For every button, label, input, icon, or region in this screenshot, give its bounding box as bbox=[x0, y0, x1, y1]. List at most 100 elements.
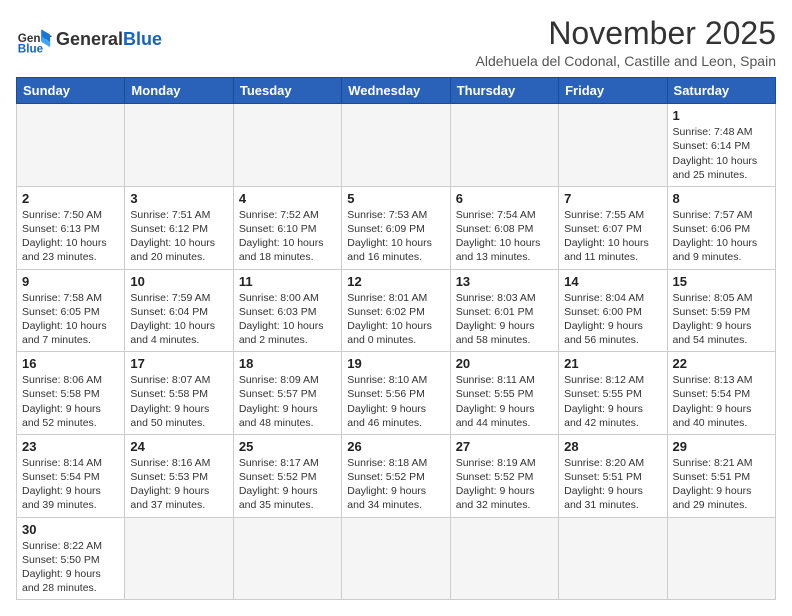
day-info: Sunrise: 7:54 AM Sunset: 6:08 PM Dayligh… bbox=[456, 208, 553, 265]
day-info: Sunrise: 8:22 AM Sunset: 5:50 PM Dayligh… bbox=[22, 539, 119, 596]
svg-text:Blue: Blue bbox=[18, 43, 44, 56]
day-number: 22 bbox=[673, 356, 770, 371]
calendar-day-cell: 8 Sunrise: 7:57 AM Sunset: 6:06 PM Daylig… bbox=[667, 186, 775, 269]
day-number: 24 bbox=[130, 439, 227, 454]
calendar-day-cell bbox=[450, 104, 558, 187]
day-number: 5 bbox=[347, 191, 444, 206]
day-info: Sunrise: 8:16 AM Sunset: 5:53 PM Dayligh… bbox=[130, 456, 227, 513]
day-number: 25 bbox=[239, 439, 336, 454]
calendar-day-cell: 26 Sunrise: 8:18 AM Sunset: 5:52 PM Dayli… bbox=[342, 434, 450, 517]
weekday-header-sunday: Sunday bbox=[17, 78, 125, 104]
day-number: 4 bbox=[239, 191, 336, 206]
day-info: Sunrise: 8:05 AM Sunset: 5:59 PM Dayligh… bbox=[673, 291, 770, 348]
day-number: 30 bbox=[22, 522, 119, 537]
day-number: 6 bbox=[456, 191, 553, 206]
calendar-day-cell: 23Sunrise: 8:14 AM Sunset: 5:54 PM Dayli… bbox=[17, 434, 125, 517]
calendar-day-cell bbox=[233, 104, 341, 187]
weekday-header-saturday: Saturday bbox=[667, 78, 775, 104]
day-number: 3 bbox=[130, 191, 227, 206]
calendar-day-cell: 17 Sunrise: 8:07 AM Sunset: 5:58 PM Dayli… bbox=[125, 352, 233, 435]
calendar-day-cell: 3Sunrise: 7:51 AM Sunset: 6:12 PM Daylig… bbox=[125, 186, 233, 269]
day-number: 9 bbox=[22, 274, 119, 289]
title-area: November 2025 Aldehuela del Codonal, Cas… bbox=[476, 16, 776, 69]
day-info: Sunrise: 8:09 AM Sunset: 5:57 PM Dayligh… bbox=[239, 373, 336, 430]
calendar-week-5: 23Sunrise: 8:14 AM Sunset: 5:54 PM Dayli… bbox=[17, 434, 776, 517]
calendar-week-4: 16Sunrise: 8:06 AM Sunset: 5:58 PM Dayli… bbox=[17, 352, 776, 435]
calendar-day-cell: 25 Sunrise: 8:17 AM Sunset: 5:52 PM Dayli… bbox=[233, 434, 341, 517]
weekday-header-monday: Monday bbox=[125, 78, 233, 104]
day-number: 26 bbox=[347, 439, 444, 454]
day-number: 1 bbox=[673, 108, 770, 123]
calendar-day-cell: 15 Sunrise: 8:05 AM Sunset: 5:59 PM Dayli… bbox=[667, 269, 775, 352]
day-info: Sunrise: 8:13 AM Sunset: 5:54 PM Dayligh… bbox=[673, 373, 770, 430]
day-number: 19 bbox=[347, 356, 444, 371]
day-info: Sunrise: 8:01 AM Sunset: 6:02 PM Dayligh… bbox=[347, 291, 444, 348]
logo-icon: General Blue bbox=[16, 22, 52, 58]
calendar-day-cell: 18 Sunrise: 8:09 AM Sunset: 5:57 PM Dayli… bbox=[233, 352, 341, 435]
calendar-day-cell: 1Sunrise: 7:48 AM Sunset: 6:14 PM Daylig… bbox=[667, 104, 775, 187]
day-number: 10 bbox=[130, 274, 227, 289]
day-number: 29 bbox=[673, 439, 770, 454]
weekday-header-wednesday: Wednesday bbox=[342, 78, 450, 104]
calendar-day-cell: 14 Sunrise: 8:04 AM Sunset: 6:00 PM Dayli… bbox=[559, 269, 667, 352]
calendar-table: SundayMondayTuesdayWednesdayThursdayFrid… bbox=[16, 77, 776, 600]
calendar-day-cell bbox=[233, 517, 341, 600]
calendar-day-cell bbox=[342, 517, 450, 600]
calendar-day-cell: 28 Sunrise: 8:20 AM Sunset: 5:51 PM Dayli… bbox=[559, 434, 667, 517]
location-title: Aldehuela del Codonal, Castille and Leon… bbox=[476, 53, 776, 69]
calendar-day-cell bbox=[559, 517, 667, 600]
calendar-day-cell bbox=[125, 104, 233, 187]
calendar-day-cell: 11 Sunrise: 8:00 AM Sunset: 6:03 PM Dayli… bbox=[233, 269, 341, 352]
day-number: 8 bbox=[673, 191, 770, 206]
day-number: 28 bbox=[564, 439, 661, 454]
calendar-day-cell: 30 Sunrise: 8:22 AM Sunset: 5:50 PM Dayli… bbox=[17, 517, 125, 600]
day-info: Sunrise: 8:12 AM Sunset: 5:55 PM Dayligh… bbox=[564, 373, 661, 430]
day-info: Sunrise: 8:21 AM Sunset: 5:51 PM Dayligh… bbox=[673, 456, 770, 513]
calendar-day-cell: 10 Sunrise: 7:59 AM Sunset: 6:04 PM Dayli… bbox=[125, 269, 233, 352]
day-info: Sunrise: 8:18 AM Sunset: 5:52 PM Dayligh… bbox=[347, 456, 444, 513]
calendar-day-cell bbox=[450, 517, 558, 600]
logo-text: GeneralBlue bbox=[56, 30, 162, 50]
calendar-week-1: 1Sunrise: 7:48 AM Sunset: 6:14 PM Daylig… bbox=[17, 104, 776, 187]
day-number: 15 bbox=[673, 274, 770, 289]
day-number: 11 bbox=[239, 274, 336, 289]
day-info: Sunrise: 8:17 AM Sunset: 5:52 PM Dayligh… bbox=[239, 456, 336, 513]
calendar-day-cell: 9 Sunrise: 7:58 AM Sunset: 6:05 PM Daylig… bbox=[17, 269, 125, 352]
day-info: Sunrise: 8:03 AM Sunset: 6:01 PM Dayligh… bbox=[456, 291, 553, 348]
day-info: Sunrise: 8:19 AM Sunset: 5:52 PM Dayligh… bbox=[456, 456, 553, 513]
calendar-day-cell: 2Sunrise: 7:50 AM Sunset: 6:13 PM Daylig… bbox=[17, 186, 125, 269]
day-number: 18 bbox=[239, 356, 336, 371]
day-number: 12 bbox=[347, 274, 444, 289]
calendar-day-cell bbox=[125, 517, 233, 600]
calendar-day-cell: 7Sunrise: 7:55 AM Sunset: 6:07 PM Daylig… bbox=[559, 186, 667, 269]
calendar-day-cell bbox=[17, 104, 125, 187]
calendar-day-cell: 5 Sunrise: 7:53 AM Sunset: 6:09 PM Daylig… bbox=[342, 186, 450, 269]
day-info: Sunrise: 8:04 AM Sunset: 6:00 PM Dayligh… bbox=[564, 291, 661, 348]
calendar-week-3: 9 Sunrise: 7:58 AM Sunset: 6:05 PM Daylig… bbox=[17, 269, 776, 352]
calendar-week-6: 30 Sunrise: 8:22 AM Sunset: 5:50 PM Dayli… bbox=[17, 517, 776, 600]
weekday-header-row: SundayMondayTuesdayWednesdayThursdayFrid… bbox=[17, 78, 776, 104]
day-number: 21 bbox=[564, 356, 661, 371]
month-title: November 2025 bbox=[476, 16, 776, 51]
day-number: 13 bbox=[456, 274, 553, 289]
day-info: Sunrise: 8:07 AM Sunset: 5:58 PM Dayligh… bbox=[130, 373, 227, 430]
calendar-day-cell: 19Sunrise: 8:10 AM Sunset: 5:56 PM Dayli… bbox=[342, 352, 450, 435]
calendar-day-cell: 27 Sunrise: 8:19 AM Sunset: 5:52 PM Dayli… bbox=[450, 434, 558, 517]
day-info: Sunrise: 7:58 AM Sunset: 6:05 PM Dayligh… bbox=[22, 291, 119, 348]
day-info: Sunrise: 7:59 AM Sunset: 6:04 PM Dayligh… bbox=[130, 291, 227, 348]
day-info: Sunrise: 7:55 AM Sunset: 6:07 PM Dayligh… bbox=[564, 208, 661, 265]
day-info: Sunrise: 8:20 AM Sunset: 5:51 PM Dayligh… bbox=[564, 456, 661, 513]
calendar-day-cell: 20Sunrise: 8:11 AM Sunset: 5:55 PM Dayli… bbox=[450, 352, 558, 435]
day-number: 14 bbox=[564, 274, 661, 289]
page-header: General Blue GeneralBlue November 2025 A… bbox=[16, 16, 776, 69]
calendar-day-cell: 21 Sunrise: 8:12 AM Sunset: 5:55 PM Dayli… bbox=[559, 352, 667, 435]
calendar-day-cell: 6 Sunrise: 7:54 AM Sunset: 6:08 PM Daylig… bbox=[450, 186, 558, 269]
calendar-day-cell: 29 Sunrise: 8:21 AM Sunset: 5:51 PM Dayli… bbox=[667, 434, 775, 517]
day-info: Sunrise: 7:57 AM Sunset: 6:06 PM Dayligh… bbox=[673, 208, 770, 265]
day-info: Sunrise: 7:52 AM Sunset: 6:10 PM Dayligh… bbox=[239, 208, 336, 265]
day-number: 27 bbox=[456, 439, 553, 454]
day-number: 17 bbox=[130, 356, 227, 371]
day-info: Sunrise: 7:53 AM Sunset: 6:09 PM Dayligh… bbox=[347, 208, 444, 265]
calendar-day-cell bbox=[559, 104, 667, 187]
day-info: Sunrise: 8:00 AM Sunset: 6:03 PM Dayligh… bbox=[239, 291, 336, 348]
